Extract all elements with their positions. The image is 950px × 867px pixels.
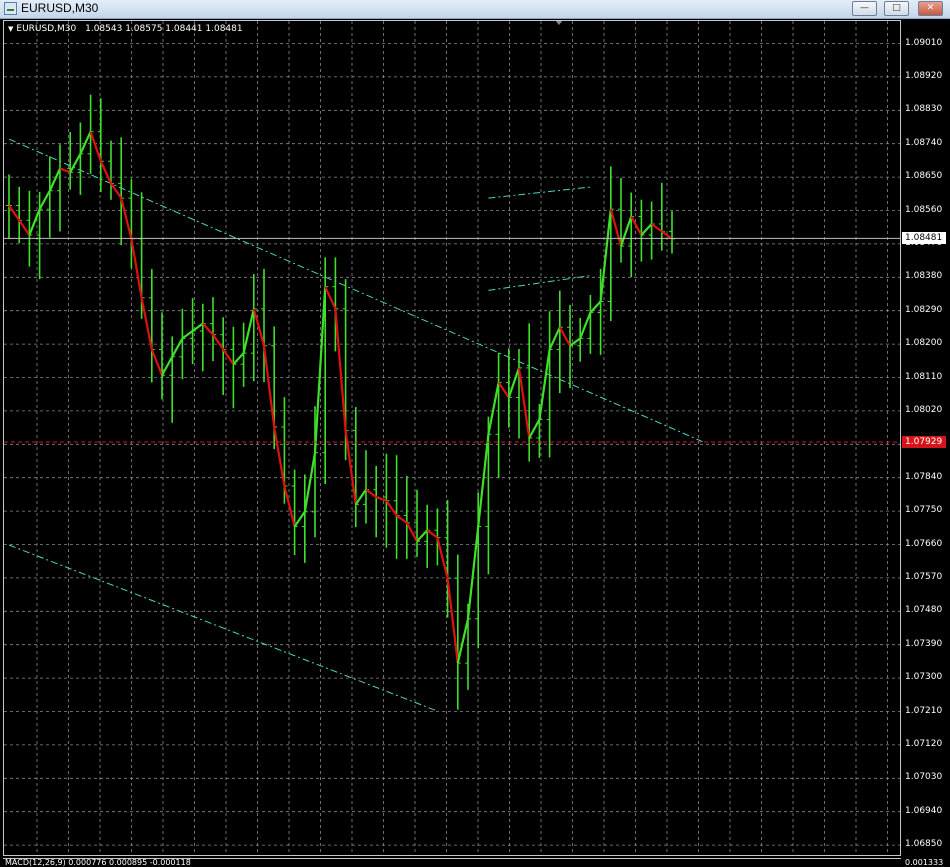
price-tick-label: 1.09010 <box>905 37 943 48</box>
ohlc-close: 1.08481 <box>205 24 243 34</box>
price-tick-label: 1.07030 <box>905 772 943 783</box>
window-titlebar[interactable]: EURUSD,M30 — □ ✕ <box>0 0 950 19</box>
price-tick-label: 1.06940 <box>905 805 943 816</box>
price-tick-label: 1.07750 <box>905 505 943 516</box>
price-tick-label: 1.08650 <box>905 171 943 182</box>
price-tick-label: 1.08020 <box>905 404 943 415</box>
price-tick-label: 1.07390 <box>905 638 943 649</box>
price-tick-label: 1.07120 <box>905 738 943 749</box>
price-tick-label: 1.08920 <box>905 70 943 81</box>
price-tick-label: 1.08740 <box>905 137 943 148</box>
window-title: EURUSD,M30 <box>21 1 99 15</box>
price-tick-label: 1.07660 <box>905 538 943 549</box>
close-button[interactable]: ✕ <box>918 1 943 16</box>
price-tick-label: 1.08830 <box>905 104 943 115</box>
price-tick-label: 1.07840 <box>905 471 943 482</box>
bid-price-tag: 1.08481 <box>902 232 946 245</box>
collapse-triangle-icon[interactable]: ▼ <box>8 25 13 33</box>
reference-price-tag: 1.07929 <box>902 436 946 449</box>
price-tick-label: 1.08290 <box>905 304 943 315</box>
ohlc-high: 1.08575 <box>125 24 163 34</box>
chart-info-line: ▼ EURUSD,M30 1.08543 1.08575 1.08441 1.08… <box>8 24 243 34</box>
price-tick-label: 1.08200 <box>905 338 943 349</box>
price-tick-label: 1.07300 <box>905 672 943 683</box>
ohlc-low: 1.08441 <box>165 24 203 34</box>
price-tick-label: 1.08560 <box>905 204 943 215</box>
maximize-button[interactable]: □ <box>884 1 909 16</box>
ohlc-open: 1.08543 <box>85 24 123 34</box>
price-tick-label: 1.06850 <box>905 839 943 850</box>
price-tick-label: 1.08110 <box>905 371 943 382</box>
minimize-button[interactable]: — <box>852 1 877 16</box>
price-tick-label: 1.08380 <box>905 271 943 282</box>
price-tick-label: 1.07480 <box>905 605 943 616</box>
price-chart-area[interactable] <box>3 20 901 856</box>
price-tick-label: 1.07570 <box>905 571 943 582</box>
chart-window-icon <box>4 2 17 15</box>
price-tick-label: 1.07210 <box>905 705 943 716</box>
chart-symbol: EURUSD,M30 <box>16 24 77 34</box>
